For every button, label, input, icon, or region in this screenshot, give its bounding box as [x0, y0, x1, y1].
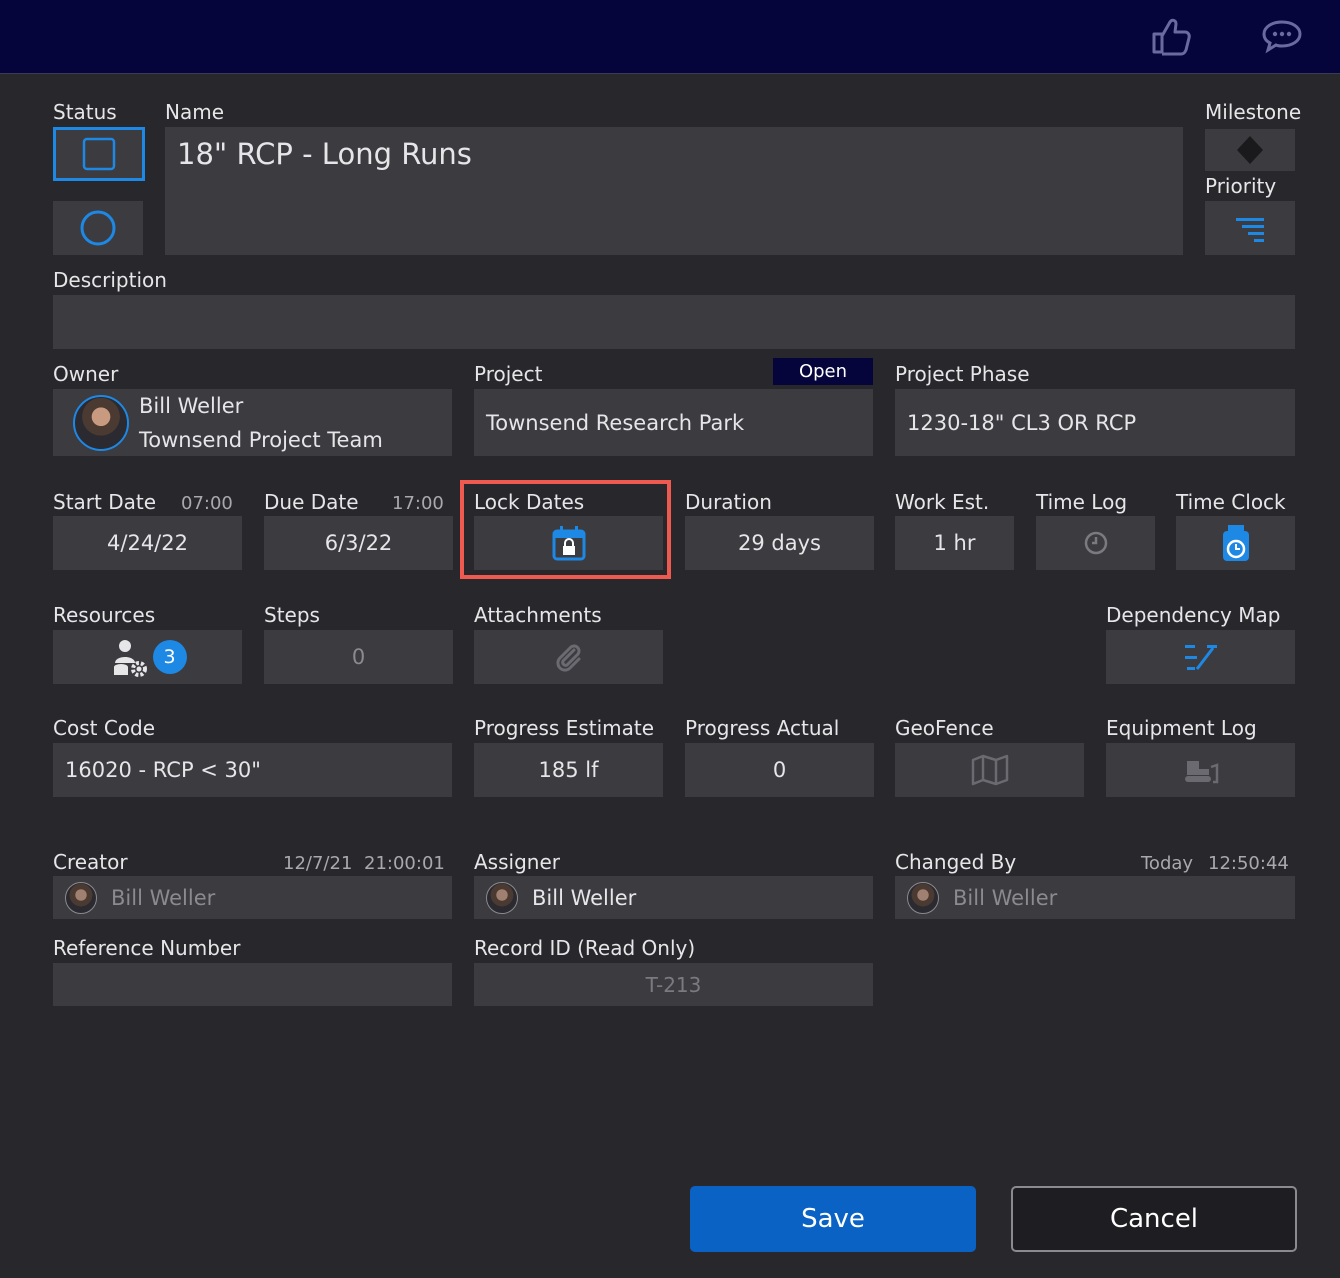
- duration-label: Duration: [685, 490, 772, 514]
- priority-filter-icon: [1232, 212, 1268, 244]
- status-label: Status: [53, 100, 117, 124]
- duration-field[interactable]: 29 days: [685, 516, 874, 570]
- time-log-label: Time Log: [1036, 490, 1128, 514]
- cancel-button[interactable]: Cancel: [1011, 1186, 1297, 1252]
- clock-icon: [1082, 529, 1110, 557]
- name-label: Name: [165, 100, 225, 124]
- assigner-label: Assigner: [474, 850, 560, 874]
- work-est-label: Work Est.: [895, 490, 990, 514]
- progress-actual-field[interactable]: 0: [685, 743, 874, 797]
- priority-button[interactable]: [1205, 201, 1295, 255]
- time-clock-icon: [1220, 523, 1252, 563]
- resources-button[interactable]: 3: [53, 630, 242, 684]
- name-field[interactable]: 18" RCP - Long Runs: [165, 127, 1183, 255]
- changed-time: 12:50:44: [1208, 853, 1289, 874]
- changed-date: Today: [1141, 853, 1194, 874]
- changed-by-label: Changed By: [895, 850, 1017, 874]
- due-time: 17:00: [392, 493, 444, 514]
- creator-time: 21:00:01: [364, 853, 445, 874]
- time-clock-label: Time Clock: [1176, 490, 1286, 514]
- circle-icon: [79, 209, 117, 247]
- work-est-field[interactable]: 1 hr: [895, 516, 1014, 570]
- changed-by-avatar: [907, 881, 939, 914]
- owner-label: Owner: [53, 362, 119, 386]
- dependency-map-button[interactable]: [1106, 630, 1295, 684]
- project-phase-field[interactable]: 1230-18" CL3 OR RCP: [895, 389, 1295, 456]
- record-id-label: Record ID (Read Only): [474, 936, 696, 960]
- diamond-icon: [1235, 134, 1265, 166]
- lock-dates-button[interactable]: [474, 516, 663, 570]
- geofence-button[interactable]: [895, 743, 1084, 797]
- start-date-label: Start Date: [53, 490, 157, 514]
- creator-field: Bill Weller: [53, 876, 452, 919]
- equipment-log-button[interactable]: [1106, 743, 1295, 797]
- changed-by-field: Bill Weller: [895, 876, 1295, 919]
- resources-icon: [109, 637, 149, 677]
- project-field[interactable]: Townsend Research Park: [474, 389, 873, 456]
- description-label: Description: [53, 268, 167, 292]
- milestone-label: Milestone: [1205, 100, 1302, 124]
- progress-estimate-field[interactable]: 185 lf: [474, 743, 663, 797]
- progress-actual-label: Progress Actual: [685, 716, 840, 740]
- chat-icon[interactable]: [1258, 14, 1306, 58]
- cost-code-field[interactable]: 16020 - RCP < 30": [53, 743, 452, 797]
- owner-name: Bill Weller: [139, 393, 244, 418]
- creator-name: Bill Weller: [111, 885, 216, 910]
- creator-avatar: [65, 881, 97, 914]
- square-icon: [82, 137, 116, 171]
- equipment-log-label: Equipment Log: [1106, 716, 1257, 740]
- description-field[interactable]: [53, 295, 1295, 349]
- creator-label: Creator: [53, 850, 128, 874]
- geofence-label: GeoFence: [895, 716, 994, 740]
- reference-number-label: Reference Number: [53, 936, 241, 960]
- progress-estimate-label: Progress Estimate: [474, 716, 655, 740]
- milestone-button[interactable]: [1205, 129, 1295, 171]
- paperclip-icon: [554, 642, 584, 672]
- assigner-name: Bill Weller: [532, 885, 637, 910]
- owner-field[interactable]: Bill Weller Townsend Project Team: [53, 389, 452, 456]
- project-status-badge: Open: [773, 358, 873, 385]
- start-date-field[interactable]: 4/24/22: [53, 516, 242, 570]
- steps-field[interactable]: 0: [264, 630, 453, 684]
- time-clock-button[interactable]: [1176, 516, 1295, 570]
- status-square-button[interactable]: [53, 127, 145, 181]
- due-date-label: Due Date: [264, 490, 359, 514]
- avatar: [73, 394, 129, 451]
- reference-number-field[interactable]: [53, 963, 452, 1006]
- steps-label: Steps: [264, 603, 320, 627]
- save-button[interactable]: Save: [690, 1186, 976, 1252]
- calendar-lock-icon: [551, 524, 587, 562]
- attachments-label: Attachments: [474, 603, 602, 627]
- project-label: Project: [474, 362, 543, 386]
- start-time: 07:00: [181, 493, 233, 514]
- priority-label: Priority: [1205, 174, 1277, 198]
- thumbs-up-icon[interactable]: [1146, 14, 1194, 58]
- dependency-map-label: Dependency Map: [1106, 603, 1281, 627]
- due-date-field[interactable]: 6/3/22: [264, 516, 453, 570]
- attachments-button[interactable]: [474, 630, 663, 684]
- assigner-avatar: [486, 881, 518, 914]
- dependency-map-icon: [1183, 641, 1219, 673]
- time-log-button[interactable]: [1036, 516, 1155, 570]
- title-bar: [0, 0, 1340, 74]
- resources-count-badge: 3: [152, 640, 187, 674]
- record-id-field: T-213: [474, 963, 873, 1006]
- resources-label: Resources: [53, 603, 156, 627]
- creator-date: 12/7/21: [283, 853, 353, 874]
- changed-by-name: Bill Weller: [953, 885, 1058, 910]
- bulldozer-icon: [1183, 755, 1219, 785]
- cost-code-label: Cost Code: [53, 716, 156, 740]
- map-icon: [970, 753, 1010, 787]
- project-phase-label: Project Phase: [895, 362, 1030, 386]
- status-circle-button[interactable]: [53, 201, 143, 255]
- owner-team: Townsend Project Team: [139, 427, 383, 452]
- assigner-field[interactable]: Bill Weller: [474, 876, 873, 919]
